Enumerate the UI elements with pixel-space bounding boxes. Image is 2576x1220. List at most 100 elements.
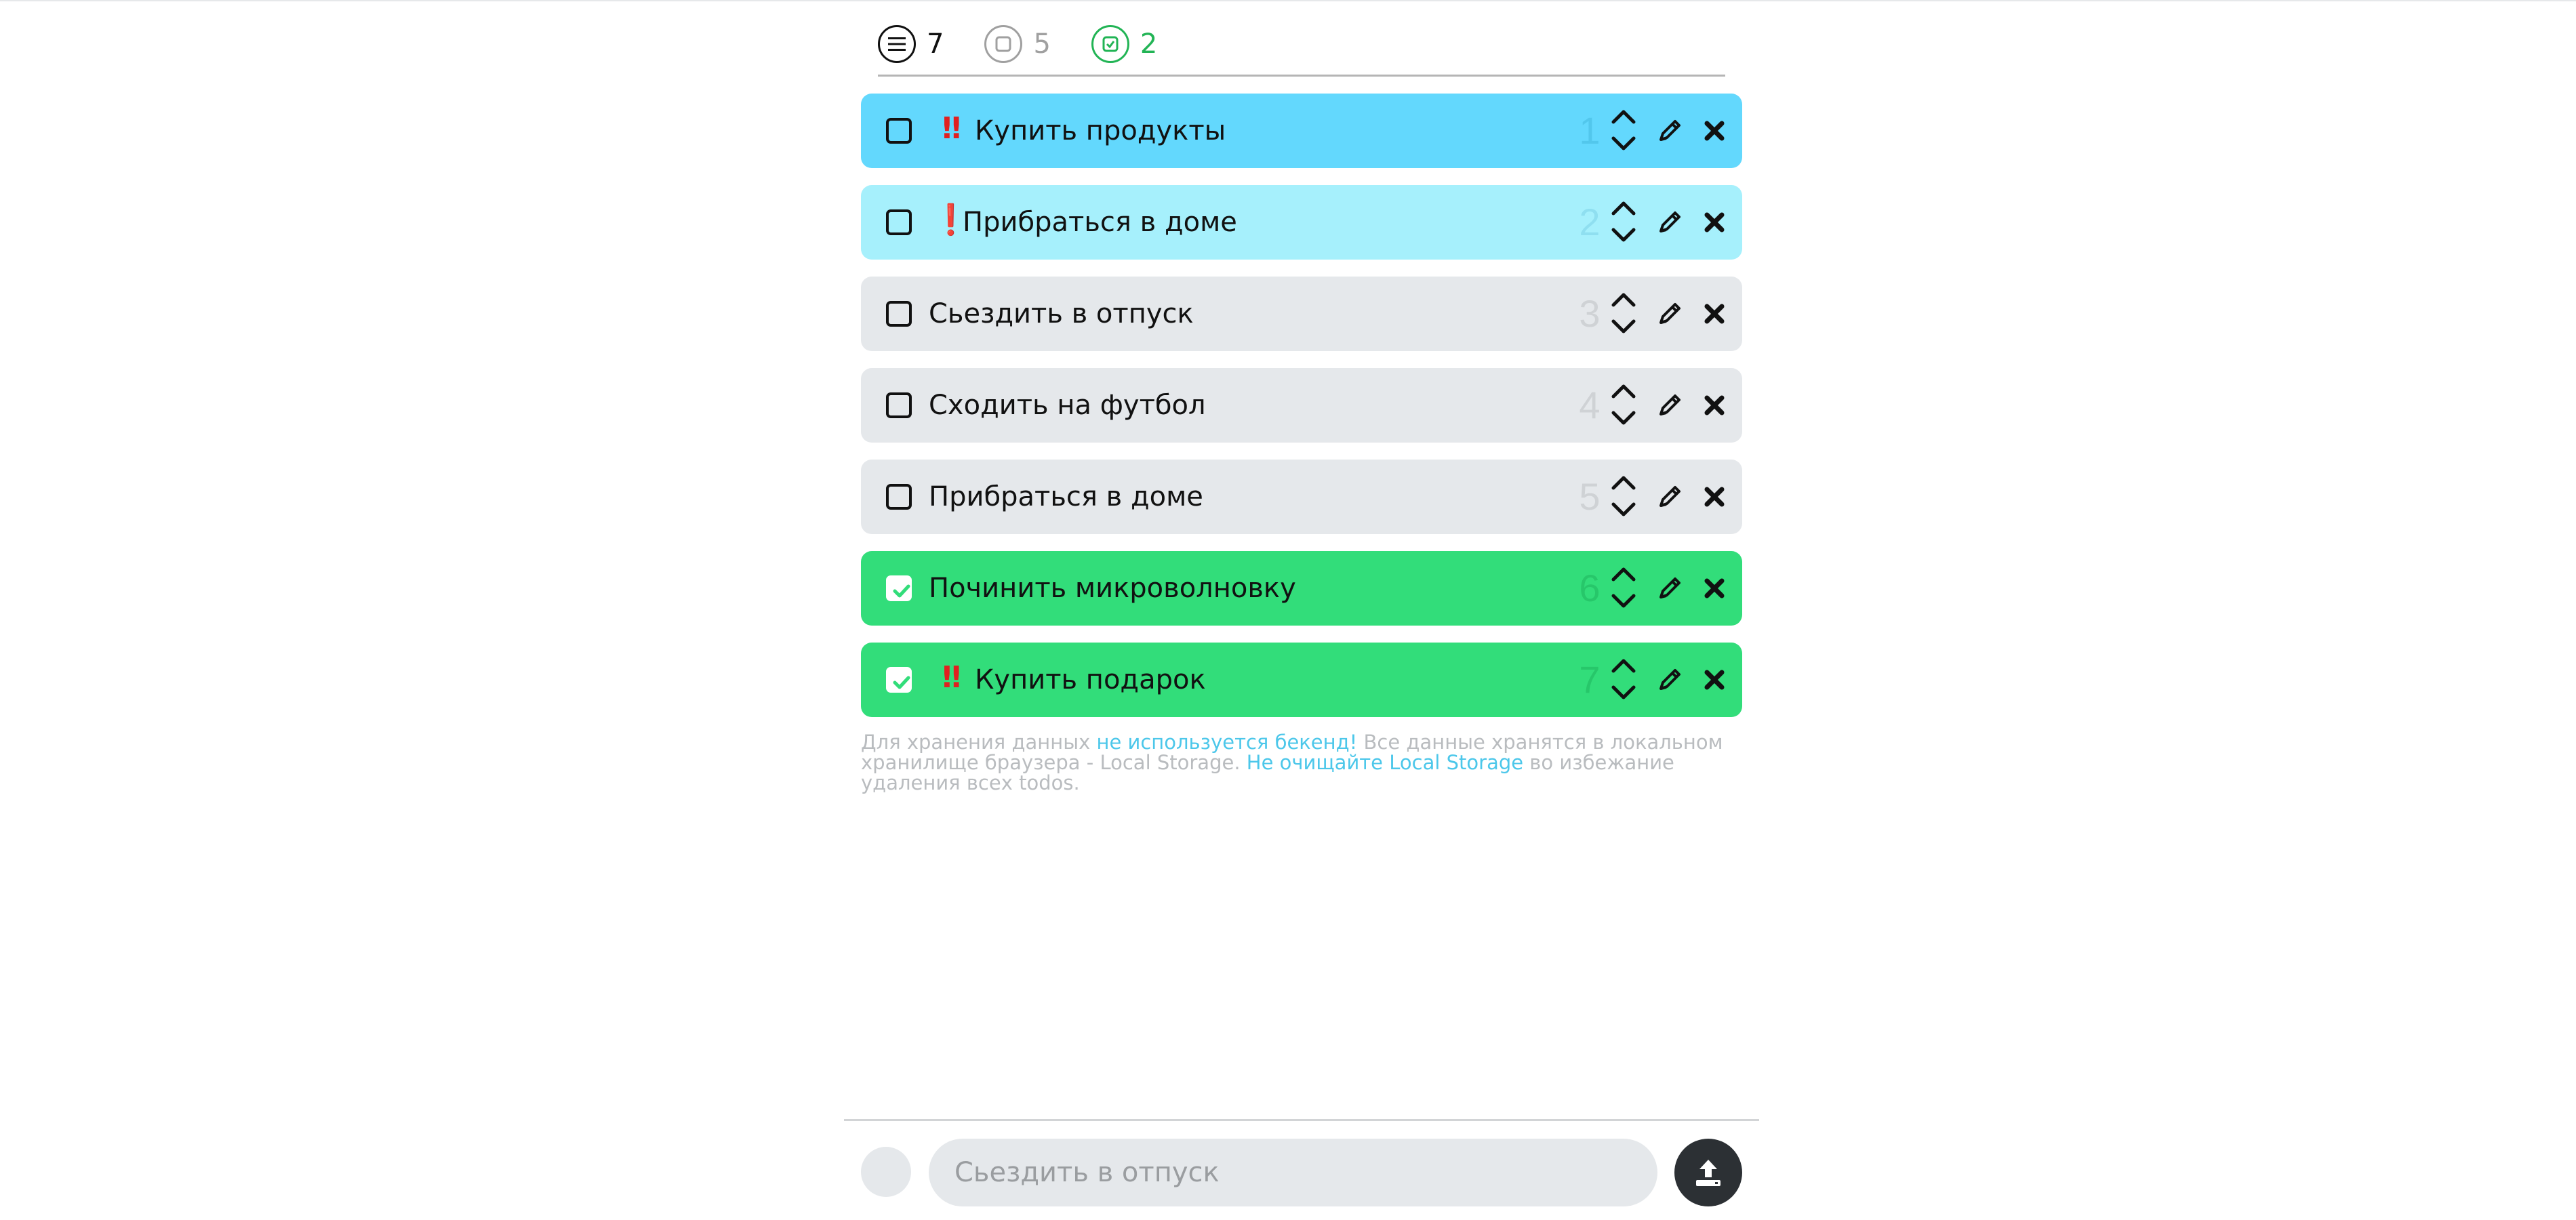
todo-title: Сходить на футбол [929,390,1206,421]
filter-all[interactable]: 7 [878,25,944,63]
delete-button[interactable] [1700,483,1729,511]
todo-title: Сьездить в отпуск [929,298,1194,329]
chevron-down-icon[interactable] [1608,317,1639,338]
chevron-down-icon[interactable] [1608,134,1639,155]
todo-checkbox[interactable] [886,118,912,144]
reorder-arrows[interactable] [1608,563,1639,613]
edit-button[interactable] [1654,207,1685,238]
todo-checkbox[interactable] [886,667,912,693]
close-icon [1704,487,1725,507]
filter-active[interactable]: 5 [984,25,1051,63]
pencil-icon [1659,394,1681,415]
todo-number: 2 [1579,201,1601,243]
delete-button[interactable] [1700,300,1729,328]
edit-button[interactable] [1654,390,1685,421]
todo-title: Купить подарок [975,664,1206,695]
todo-item: Сьездить в отпуск 3 [861,277,1742,351]
todo-item: ‼ Купить подарок 7 [861,643,1742,717]
submit-button[interactable] [1674,1139,1742,1206]
pencil-icon [1659,486,1681,507]
filter-all-count: 7 [927,28,944,60]
edit-button[interactable] [1654,298,1685,329]
filter-completed-count: 2 [1140,28,1158,60]
delete-button[interactable] [1700,574,1729,603]
todo-checkbox[interactable] [886,484,912,510]
todo-checkbox[interactable] [886,209,912,235]
todo-number: 1 [1579,109,1601,152]
priority-toggle-button[interactable] [861,1147,911,1197]
top-divider [0,0,2576,1]
chevron-up-icon[interactable] [1608,655,1639,675]
reorder-arrows[interactable] [1608,197,1639,247]
priority-mark: ‼ [942,660,961,695]
chevron-down-icon[interactable] [1608,683,1639,704]
bottom-divider [844,1119,1759,1121]
todo-checkbox[interactable] [886,301,912,327]
delete-button[interactable] [1700,666,1729,694]
todo-item: ❗ Прибраться в доме 2 [861,185,1742,260]
todo-checkbox[interactable] [886,575,912,601]
close-icon [1704,121,1725,141]
note-link-no-backend[interactable]: не используется бекенд! [1097,731,1358,754]
filter-bar: 7 5 2 [878,14,1725,77]
filter-active-count: 5 [1033,28,1051,60]
reorder-arrows[interactable] [1608,106,1639,156]
note-text-1: Для хранения данных [861,731,1097,754]
delete-button[interactable] [1700,208,1729,237]
close-icon [1704,395,1725,415]
note-link-local-storage[interactable]: Не очищайте Local Storage [1247,751,1523,774]
pencil-icon [1659,303,1681,324]
chevron-down-icon[interactable] [1608,592,1639,612]
todo-app: 7 5 2 ‼ Купить продукты 1 ❗ Прибраться в дом… [0,0,2576,1220]
todo-item: Починить микроволновку 6 [861,551,1742,626]
todo-title: Прибраться в доме [929,481,1203,512]
pencil-icon [1659,120,1681,141]
pencil-icon [1659,211,1681,232]
todo-number: 7 [1579,658,1601,701]
priority-mark: ‼ [942,111,961,146]
todo-list: ‼ Купить продукты 1 ❗ Прибраться в доме 2 Сьез… [861,94,1742,734]
chevron-down-icon[interactable] [1608,226,1639,246]
chevron-down-icon[interactable] [1608,409,1639,429]
reorder-arrows[interactable] [1608,380,1639,430]
todo-number: 6 [1579,567,1601,609]
pencil-icon [1659,577,1681,598]
todo-title: Прибраться в доме [963,207,1237,238]
close-icon [1704,670,1725,690]
todo-item: ‼ Купить продукты 1 [861,94,1742,168]
todo-checkbox[interactable] [886,392,912,418]
reorder-arrows[interactable] [1608,472,1639,522]
edit-button[interactable] [1654,115,1685,146]
edit-button[interactable] [1654,481,1685,512]
upload-icon [1696,1160,1720,1186]
check-icon [893,676,910,689]
delete-button[interactable] [1700,117,1729,145]
reorder-arrows[interactable] [1608,655,1639,705]
square-icon [984,25,1023,63]
chevron-up-icon[interactable] [1608,197,1639,218]
close-icon [1704,212,1725,232]
todo-number: 4 [1579,384,1601,426]
reorder-arrows[interactable] [1608,289,1639,339]
chevron-up-icon[interactable] [1608,563,1639,584]
chevron-down-icon[interactable] [1608,500,1639,521]
todo-number: 5 [1579,475,1601,518]
new-todo-input[interactable] [929,1139,1657,1206]
filter-completed[interactable]: 2 [1091,25,1157,63]
list-icon [878,25,916,63]
todo-title: Купить продукты [975,115,1226,146]
todo-item: Прибраться в доме 5 [861,460,1742,534]
delete-button[interactable] [1700,391,1729,420]
chevron-up-icon[interactable] [1608,380,1639,401]
close-icon [1704,578,1725,598]
todo-number: 3 [1579,292,1601,335]
edit-button[interactable] [1654,573,1685,604]
chevron-up-icon[interactable] [1608,289,1639,309]
pencil-icon [1659,669,1681,690]
todo-item: Сходить на футбол 4 [861,368,1742,443]
edit-button[interactable] [1654,664,1685,695]
chevron-up-icon[interactable] [1608,106,1639,126]
checked-square-icon [1091,25,1129,63]
chevron-up-icon[interactable] [1608,472,1639,492]
todo-title: Починить микроволновку [929,573,1296,604]
